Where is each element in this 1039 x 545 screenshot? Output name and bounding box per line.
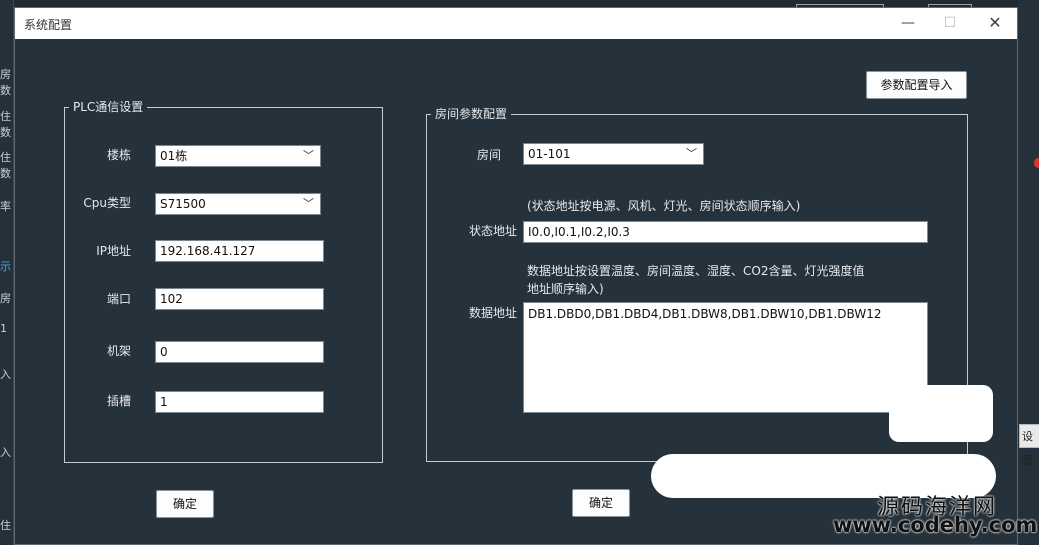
room-ok-button[interactable]: 确定 [572, 489, 630, 517]
port-label: 端口 [106, 292, 131, 306]
background-app-right: 设置 [1018, 0, 1039, 545]
chevron-down-icon: ﹀ [686, 147, 697, 160]
bg-text: 数 [0, 126, 11, 139]
background-app-left: 房 数 住 数 住 数 率 示 房 1 入 入 住 [0, 0, 14, 545]
background-settings-button[interactable]: 设置 [1019, 424, 1039, 467]
status-address-label: 状态地址 [468, 224, 517, 238]
room-value: 01-101 [528, 147, 571, 161]
status-address-hint: (状态地址按电源、风机、灯光、房间状态顺序输入) [527, 199, 801, 213]
building-select[interactable]: 01栋 ﹀ [155, 145, 321, 167]
data-address-hint: 数据地址按设置温度、房间温度、湿度、CO2含量、灯光强度值 地址顺序输入) [527, 264, 865, 296]
bg-text: 1 [0, 322, 7, 335]
slot-label: 插槽 [106, 394, 131, 408]
chevron-down-icon: ﹀ [303, 149, 314, 162]
bg-text: 住 [0, 519, 11, 532]
bg-text: 示 [0, 260, 11, 273]
bg-text: 房 [0, 292, 11, 305]
status-address-input[interactable]: I0.0,I0.1,I0.2,I0.3 [523, 221, 928, 243]
plc-group-legend: PLC通信设置 [69, 100, 148, 114]
cpu-type-select[interactable]: S71500 ﹀ [155, 193, 321, 215]
bg-text: 房 [0, 68, 11, 81]
bg-text: 入 [0, 446, 11, 459]
rack-label: 机架 [106, 344, 131, 358]
data-address-label: 数据地址 [468, 306, 517, 320]
cpu-type-label: Cpu类型 [83, 196, 131, 210]
bg-text: 住 [0, 151, 11, 164]
title-bar: 系统配置 — ☐ ✕ [15, 8, 1017, 39]
close-icon[interactable]: ✕ [980, 12, 1010, 34]
ip-address-label: IP地址 [96, 244, 131, 258]
building-value: 01栋 [160, 149, 188, 163]
bg-text: 入 [0, 368, 11, 381]
ip-address-input[interactable]: 192.168.41.127 [155, 240, 324, 262]
dialog-title: 系统配置 [24, 18, 73, 32]
bg-text: 率 [0, 200, 11, 213]
redaction-blob [889, 385, 993, 442]
watermark-url: www.codehy.com [833, 513, 1038, 537]
chevron-down-icon: ﹀ [303, 197, 314, 210]
room-group-legend: 房间参数配置 [431, 107, 512, 121]
alert-dot-icon [1034, 158, 1039, 168]
room-label: 房间 [476, 148, 501, 162]
plc-ok-button[interactable]: 确定 [156, 490, 214, 518]
slot-input[interactable]: 1 [155, 391, 324, 413]
cpu-type-value: S71500 [160, 197, 206, 211]
building-label: 楼栋 [106, 148, 131, 162]
maximize-icon[interactable]: ☐ [935, 12, 965, 34]
minimize-icon[interactable]: — [893, 12, 923, 34]
bg-text: 住 [0, 110, 11, 123]
bg-text: 数 [0, 167, 11, 180]
data-address-textarea[interactable]: DB1.DBD0,DB1.DBD4,DB1.DBW8,DB1.DBW10,DB1… [523, 302, 928, 413]
bg-text: 数 [0, 84, 11, 97]
import-config-button[interactable]: 参数配置导入 [866, 71, 967, 99]
room-select[interactable]: 01-101 ﹀ [523, 143, 704, 165]
port-input[interactable]: 102 [155, 288, 324, 310]
rack-input[interactable]: 0 [155, 341, 324, 363]
